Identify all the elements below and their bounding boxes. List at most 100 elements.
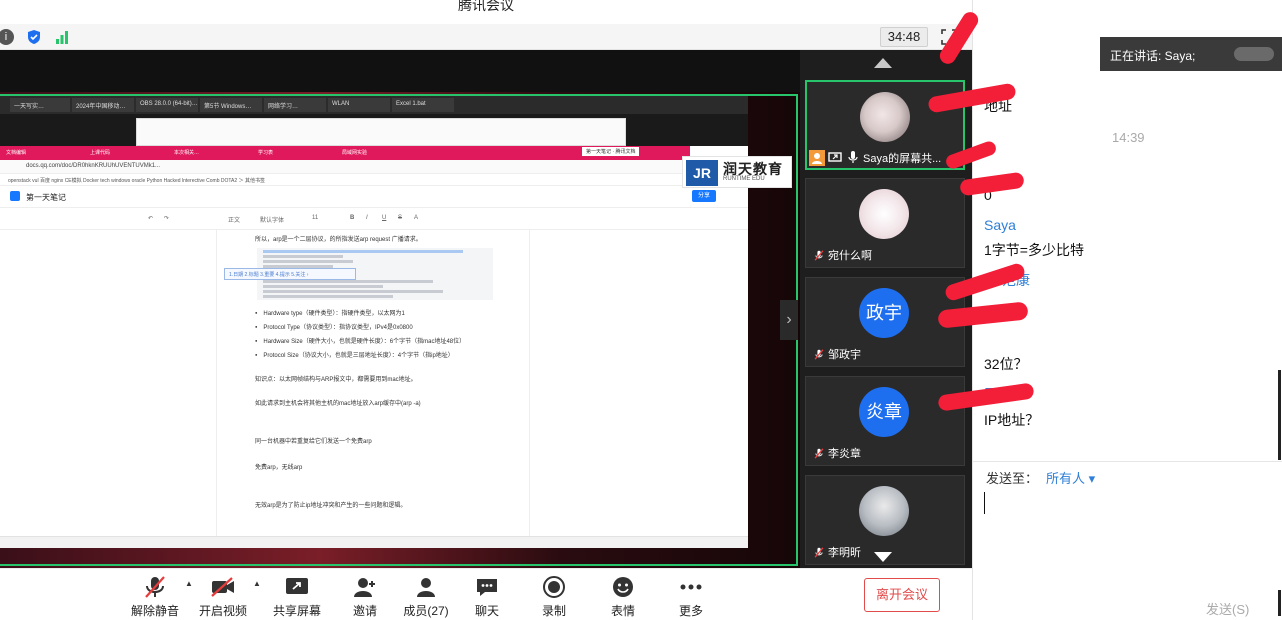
meeting-toolbar: i 34:48 <box>0 24 972 50</box>
participant-name: 邹政宇 <box>828 349 861 361</box>
invite-button[interactable]: 邀请 <box>333 574 397 619</box>
members-icon <box>394 574 458 600</box>
info-icon[interactable]: i <box>0 29 14 45</box>
members-button[interactable]: 成员(27) <box>394 574 458 619</box>
doc-bullet: Hardware Size（硬件大小，也就是硬件长度）：6个字节（指mac地址4… <box>255 336 465 345</box>
chat-button[interactable]: 聊天 <box>455 574 519 619</box>
avatar: 炎章 <box>859 387 909 437</box>
avatar: 政宇 <box>859 288 909 338</box>
participant-tile[interactable]: 宛什么啊 <box>805 178 965 268</box>
host-icon <box>809 150 825 166</box>
doc-bullet: Protocol Size（协议大小，也就是三层地址长度）：4个字节（指ip地址… <box>255 350 453 359</box>
doc-bullet: Hardware type（硬件类型）：指硬件类型，以太网为1 <box>255 308 404 317</box>
underline-icon: U <box>382 215 387 221</box>
mic-muted-icon <box>814 348 824 360</box>
scroll-down-icon[interactable] <box>874 552 892 562</box>
browser-tab: 局域网实验 <box>342 150 368 156</box>
participant-name: 李炎章 <box>828 448 861 460</box>
share-screen-button[interactable]: 共享屏幕 <box>265 574 329 619</box>
chat-message-text: 1字节=多少比特 <box>984 242 1084 258</box>
meeting-app: 腾讯会议 — ☐ ✕ i 34:48 一天写实… 2024年中国移动… OBS … <box>0 0 1282 620</box>
input-scrollbar[interactable] <box>1278 590 1281 616</box>
shield-icon[interactable] <box>26 29 42 45</box>
text-color-icon: A <box>414 215 419 221</box>
avatar <box>859 486 909 536</box>
video-off-icon <box>191 574 255 600</box>
avatar <box>859 189 909 239</box>
meeting-timer: 34:48 <box>880 27 928 47</box>
logo-mark-icon: JR <box>686 160 718 186</box>
dialog-window <box>136 118 626 146</box>
doc-bullet: Protocol Type（协议类型）：指协议类型，IPv4是0x0800 <box>255 322 412 331</box>
taskbar-tab: 2024年中国移动… <box>72 98 134 112</box>
bookmarks-bar: openstack vul 百度 nginx CE模拟 Docker tech … <box>0 174 748 186</box>
doc-line: 免费arp，无线arp <box>255 465 303 471</box>
send-to-label: 发送至： <box>986 471 1039 486</box>
browser-tab-active: 第一天笔记 · 腾讯文档 <box>582 147 640 156</box>
doc-line: 无效arp是为了防止ip地址冲突和产生的一些问题和逻辑。 <box>255 503 407 509</box>
participant-name: 李明昕 <box>828 547 861 559</box>
participant-label: 邹政宇 <box>814 346 861 362</box>
taskbar-tab: WLAN <box>328 98 390 112</box>
taskbar-tab: 第5节 Windows… <box>200 98 262 112</box>
participant-label: 李明昕 <box>814 544 861 560</box>
title-bar: 腾讯会议 <box>0 0 972 24</box>
browser-tab: 本次相关… <box>174 150 200 156</box>
doc-share-button: 分享 <box>692 190 716 202</box>
doc-line: 如此请求到主机会将其他主机的mac地址放入arp缓存中(arp -a) <box>255 401 421 407</box>
video-options-caret[interactable]: ▲ <box>253 579 261 588</box>
taskbar-tab: 一天写实… <box>10 98 70 112</box>
mic-muted-icon <box>814 447 824 459</box>
chat-message-text: 32位？ <box>984 356 1028 372</box>
participant-badges: Saya的屏幕共... <box>809 150 941 166</box>
browser-tab: 上课代码 <box>90 150 111 156</box>
style-select: 正文 <box>228 218 241 224</box>
control-bar: 解除静音 ▲ 开启视频 ▲ 共享屏幕 邀请 成员(27) 聊天 录制 表情 更多… <box>0 568 972 620</box>
browser-tab: 文档编辑 <box>6 150 27 156</box>
mic-muted-icon <box>123 574 187 600</box>
speaker-avatar <box>1234 47 1274 61</box>
browser-tab: 学习表 <box>258 150 274 156</box>
doc-line: 知识点：以太网帧结构与ARP报文中，都需要用到mac地址。 <box>255 377 417 383</box>
doc-status-bar <box>0 536 748 548</box>
record-button[interactable]: 录制 <box>522 574 586 619</box>
undo-icon: ↶ <box>148 216 154 222</box>
participant-name: Saya的屏幕共... <box>863 153 942 165</box>
chat-input[interactable] <box>984 492 985 514</box>
chat-message-text: IP地址？ <box>984 412 1040 428</box>
taskbar-tab: Excel 1.bat <box>392 98 454 112</box>
participant-tile[interactable]: Saya的屏幕共... <box>805 80 965 170</box>
start-video-button[interactable]: 开启视频 <box>191 574 255 619</box>
participant-name: 宛什么啊 <box>828 250 872 262</box>
send-to-select[interactable]: 所有人 ▾ <box>1046 471 1095 486</box>
screen-share-icon <box>827 150 843 166</box>
collapse-panel-button[interactable]: › <box>780 300 798 340</box>
leave-meeting-button[interactable]: 离开会议 <box>864 578 940 612</box>
mic-muted-icon <box>814 249 824 261</box>
doc-title: 第一天笔记 <box>26 193 66 202</box>
participant-tile[interactable]: 炎章 李炎章 <box>805 376 965 466</box>
more-button[interactable]: 更多 <box>659 574 723 619</box>
share-screen-icon <box>265 574 329 600</box>
unmute-button[interactable]: 解除静音 <box>123 574 187 619</box>
chat-scrollbar[interactable] <box>1278 370 1281 460</box>
scroll-up-icon[interactable] <box>874 58 892 68</box>
logo-subtext: RUNTIME EDU <box>723 176 765 182</box>
bold-icon: B <box>350 215 355 221</box>
redo-icon: ↷ <box>164 216 170 222</box>
mic-icon <box>845 150 861 166</box>
chat-timestamp: 14:39 <box>1112 130 1145 145</box>
address-bar: docs.qq.com/doc/DR0hknKRUUhUVENTUVMk1... <box>0 160 690 174</box>
taskbar-tab: 网络学习… <box>264 98 326 112</box>
emoji-button[interactable]: 表情 <box>591 574 655 619</box>
doc-logo-icon <box>10 191 20 201</box>
signal-icon[interactable] <box>54 29 70 45</box>
record-icon <box>522 574 586 600</box>
chat-divider <box>972 461 1282 462</box>
brand-logo: JR 润天教育 RUNTIME EDU <box>682 156 792 188</box>
italic-icon: I <box>366 215 368 221</box>
send-to-row: 发送至： 所有人 ▾ <box>986 468 1095 487</box>
participant-label: 宛什么啊 <box>814 247 872 263</box>
font-select: 默认字体 <box>260 218 285 224</box>
send-button[interactable]: 发送(S) <box>1206 599 1249 618</box>
